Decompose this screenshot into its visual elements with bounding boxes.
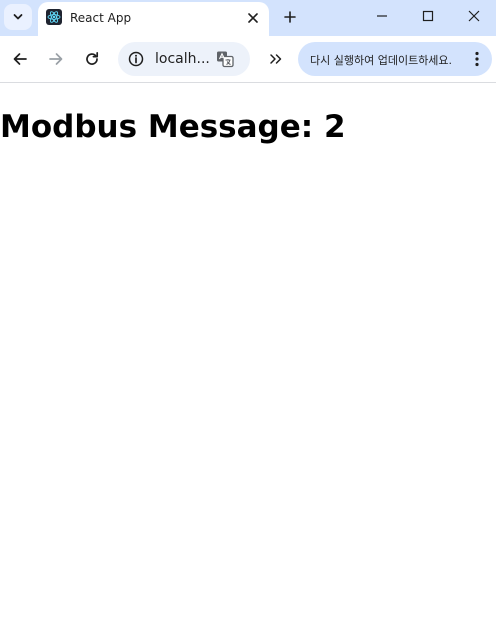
- react-favicon-icon: [46, 9, 62, 25]
- active-tab[interactable]: React App: [38, 2, 269, 36]
- translate-icon: [217, 51, 234, 68]
- tab-title: React App: [70, 11, 132, 25]
- chevron-double-right-icon: [270, 54, 282, 64]
- update-prompt-label: 다시 실행하여 업데이트하세요.: [310, 54, 453, 67]
- minimize-icon: [377, 15, 387, 17]
- window-close-button[interactable]: [451, 0, 496, 32]
- close-icon: [248, 13, 258, 23]
- tab-close-button[interactable]: [244, 9, 262, 27]
- browser-menu-button[interactable]: [466, 47, 488, 71]
- reload-icon: [86, 51, 99, 65]
- maximize-icon: [422, 10, 434, 22]
- maximize-button[interactable]: [405, 0, 451, 32]
- site-info-button[interactable]: [124, 47, 148, 71]
- plus-icon: [284, 11, 296, 23]
- page-heading: Modbus Message: 2: [0, 109, 346, 145]
- new-tab-button[interactable]: [278, 5, 302, 29]
- address-bar[interactable]: localh...: [118, 42, 250, 76]
- tab-search-chevron-icon: [13, 14, 23, 20]
- forward-arrow-icon: [49, 53, 63, 65]
- kebab-menu-icon: [475, 51, 479, 67]
- tab-search-button[interactable]: [4, 4, 32, 30]
- update-relaunch-chip[interactable]: 다시 실행하여 업데이트하세요.: [298, 42, 492, 76]
- back-arrow-icon: [13, 53, 27, 65]
- forward-button[interactable]: [42, 45, 70, 73]
- window-close-icon: [468, 10, 480, 22]
- back-button[interactable]: [6, 45, 34, 73]
- translate-button[interactable]: [214, 48, 236, 70]
- site-info-icon: [128, 51, 144, 67]
- minimize-button[interactable]: [359, 0, 405, 32]
- browser-toolbar: localh... 다시 실행하여 업데이트하세요.: [0, 36, 496, 83]
- page-content: Modbus Message: 2: [0, 83, 496, 623]
- extensions-overflow-button[interactable]: [262, 45, 290, 73]
- url-text[interactable]: localh...: [155, 51, 210, 67]
- reload-button[interactable]: [78, 45, 106, 73]
- tab-strip: React App: [0, 0, 496, 36]
